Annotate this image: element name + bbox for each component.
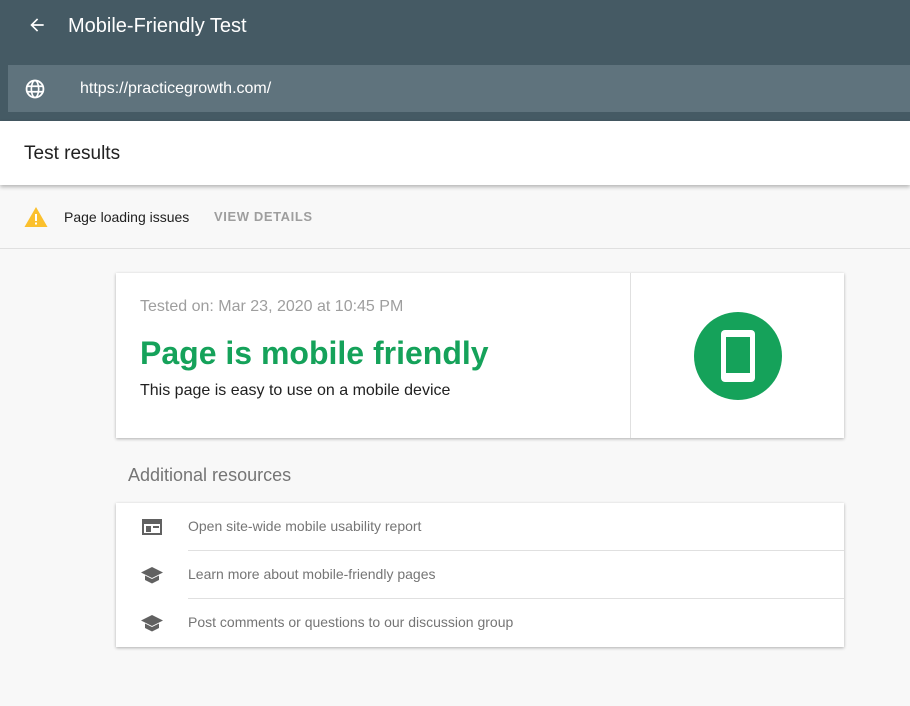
results-header: Test results: [0, 121, 910, 185]
result-card: Tested on: Mar 23, 2020 at 10:45 PM Page…: [116, 273, 844, 438]
result-headline: Page is mobile friendly: [140, 335, 489, 371]
additional-resources-title: Additional resources: [128, 465, 292, 485]
smartphone-icon: [721, 330, 755, 382]
list-item-learn-more[interactable]: Learn more about mobile-friendly pages: [116, 551, 844, 599]
mobile-friendly-badge: [694, 312, 782, 400]
web-report-icon: [142, 519, 162, 535]
back-button[interactable]: [24, 12, 50, 38]
tested-on-timestamp: Tested on: Mar 23, 2020 at 10:45 PM: [140, 298, 404, 315]
url-input[interactable]: https://practicegrowth.com/: [8, 65, 910, 112]
list-item-label: Learn more about mobile-friendly pages: [188, 566, 436, 582]
list-item-label: Open site-wide mobile usability report: [188, 518, 422, 534]
app-header: Mobile-Friendly Test https://practicegro…: [0, 0, 910, 121]
result-summary: Tested on: Mar 23, 2020 at 10:45 PM Page…: [116, 273, 631, 438]
graduation-cap-icon: [141, 615, 163, 632]
globe-icon: [25, 79, 45, 99]
app-title: Mobile-Friendly Test: [68, 15, 247, 37]
list-item-usability-report[interactable]: Open site-wide mobile usability report: [116, 503, 844, 551]
view-details-button[interactable]: VIEW DETAILS: [214, 209, 313, 225]
list-item-label: Post comments or questions to our discus…: [188, 614, 514, 630]
warning-icon: [24, 207, 48, 227]
resources-list: Open site-wide mobile usability report L…: [116, 503, 844, 647]
page-title: Test results: [24, 143, 121, 164]
arrow-back-icon: [30, 18, 44, 32]
graduation-cap-icon: [141, 567, 163, 584]
issues-label: Page loading issues: [64, 209, 190, 225]
url-value: https://practicegrowth.com/: [80, 80, 272, 97]
list-item-discussion-group[interactable]: Post comments or questions to our discus…: [116, 599, 844, 647]
page-loading-issues-banner: Page loading issues VIEW DETAILS: [0, 186, 910, 249]
result-description: This page is easy to use on a mobile dev…: [140, 382, 451, 399]
